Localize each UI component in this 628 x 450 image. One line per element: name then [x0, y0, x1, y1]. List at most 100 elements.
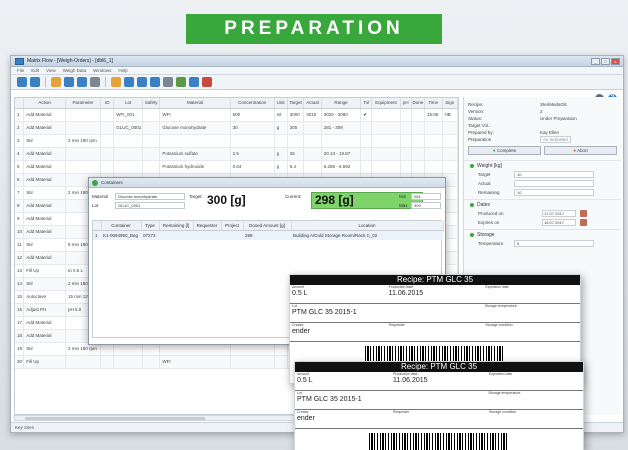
- column-header[interactable]: Tol: [360, 98, 373, 109]
- maximize-button[interactable]: □: [601, 57, 610, 65]
- material-field[interactable]: Glucose monohydrate: [115, 193, 185, 200]
- table-cell: [442, 160, 458, 174]
- table-cell: Add Material: [23, 199, 66, 213]
- column-header[interactable]: [15, 98, 25, 109]
- table-cell: 2 min 180 rpm: [65, 134, 102, 148]
- table-cell: [424, 147, 443, 161]
- column-header[interactable]: Sign: [442, 98, 458, 109]
- column-header[interactable]: Parameter: [65, 98, 102, 109]
- column-header[interactable]: Unit: [274, 98, 288, 109]
- column-header[interactable]: Actual: [303, 98, 322, 109]
- column-header[interactable]: Requester: [193, 221, 222, 231]
- column-header[interactable]: Done: [411, 98, 425, 109]
- table-row[interactable]: 5 Add Material Potassium hydroxide 0.64 g 6.4…: [15, 160, 458, 174]
- grid-icon[interactable]: [137, 77, 147, 87]
- table-cell: [274, 134, 288, 148]
- table-row[interactable]: 1 K1-0094950_Beg 07273 298 Building A/Cold S…: [93, 230, 443, 240]
- table-cell: [230, 134, 275, 148]
- column-header[interactable]: pH: [400, 98, 412, 109]
- max-label: Max: [399, 203, 408, 208]
- table-cell: 7: [15, 186, 25, 200]
- column-header[interactable]: Dosed Amount [g]: [243, 221, 292, 231]
- stop-icon[interactable]: [202, 77, 212, 87]
- menu-weigh-data[interactable]: Weigh Data: [63, 68, 86, 73]
- list-icon[interactable]: [17, 77, 27, 87]
- print-icon[interactable]: [90, 77, 100, 87]
- dialog-icon: [92, 179, 98, 186]
- table-cell: [411, 147, 425, 161]
- column-header[interactable]: Safety: [142, 98, 161, 109]
- table-cell: Potassium sulfate: [159, 147, 231, 161]
- expires-date-input[interactable]: 16.07.2017: [542, 219, 576, 226]
- column-header[interactable]: [93, 221, 102, 231]
- calendar-icon[interactable]: [580, 219, 587, 226]
- column-header[interactable]: Material: [159, 98, 231, 109]
- download-icon[interactable]: [30, 77, 40, 87]
- calendar-icon[interactable]: [580, 210, 587, 217]
- weight-section[interactable]: Weight [kg]: [464, 160, 621, 170]
- label-field-name: Expiration date: [489, 372, 513, 376]
- actual-input[interactable]: [514, 180, 594, 187]
- target-input[interactable]: 10: [514, 171, 594, 178]
- minimize-button[interactable]: _: [591, 57, 600, 65]
- table-row[interactable]: 1 Add Material WFI_001 WFI 600 ml 3000 3015 3020…: [15, 108, 458, 122]
- column-header[interactable]: Concentration: [230, 98, 275, 109]
- produced-date-input[interactable]: 17.07.2017: [542, 210, 576, 217]
- column-header[interactable]: Remaining [l]: [159, 221, 194, 231]
- column-header[interactable]: Container: [101, 221, 142, 231]
- column-header[interactable]: Type: [141, 221, 160, 231]
- table-icon[interactable]: [124, 77, 134, 87]
- table-cell: [230, 355, 275, 369]
- table-cell: 10: [15, 225, 25, 239]
- abort-button[interactable]: ● Abort: [544, 146, 617, 155]
- table-row[interactable]: 3 Stir 2 min 180 rpm: [15, 134, 458, 148]
- storage-section[interactable]: Storage: [464, 229, 621, 239]
- recipe-icon[interactable]: [176, 77, 186, 87]
- info-label: Recipe:: [468, 102, 484, 107]
- column-header[interactable]: Equipment: [371, 98, 401, 109]
- field-label: Target: [478, 172, 491, 177]
- menu-windows[interactable]: Windows: [93, 68, 111, 73]
- info-version: Version: 2: [464, 108, 621, 115]
- save-all-icon[interactable]: [77, 77, 87, 87]
- menu-edit[interactable]: Edit: [31, 68, 39, 73]
- save-icon[interactable]: [64, 77, 74, 87]
- table-row[interactable]: 4 Add Material Potassium sulfate 2.5 g 25 20.1…: [15, 147, 458, 161]
- table-cell: 3020 - 3080: [321, 108, 362, 122]
- temperature-input[interactable]: 5: [514, 240, 594, 247]
- column-header[interactable]: Time: [424, 98, 443, 109]
- table-cell: [411, 121, 425, 135]
- settings-icon[interactable]: [189, 77, 199, 87]
- table-cell: [400, 121, 412, 135]
- scrollbar-thumb[interactable]: [25, 417, 205, 420]
- table-cell: HB: [442, 108, 458, 122]
- label-creator: ender: [292, 328, 310, 335]
- export-icon[interactable]: [150, 77, 160, 87]
- menu-help[interactable]: Help: [118, 68, 127, 73]
- column-header[interactable]: Action: [23, 98, 66, 109]
- info-preparation: Preparation As Indicated: [464, 136, 621, 143]
- copy-icon[interactable]: [111, 77, 121, 87]
- lot-field[interactable]: GLUC_0001: [115, 202, 185, 209]
- column-header[interactable]: Lot: [113, 98, 143, 109]
- column-header[interactable]: ID: [100, 98, 115, 109]
- dates-section[interactable]: Dates: [464, 199, 621, 209]
- close-button[interactable]: x: [611, 57, 620, 65]
- open-folder-icon[interactable]: [51, 77, 61, 87]
- column-header[interactable]: Range: [321, 98, 362, 109]
- column-header[interactable]: Location: [291, 221, 444, 231]
- search-icon[interactable]: [163, 77, 173, 87]
- info-value: SteriMedaGlc: [540, 102, 568, 107]
- menu-file[interactable]: File: [17, 68, 24, 73]
- table-cell: 0.64: [230, 160, 275, 174]
- table-cell: Add Material: [23, 329, 66, 343]
- remaining-input[interactable]: 10: [514, 189, 594, 196]
- table-cell: [221, 230, 243, 240]
- table-cell: [360, 147, 373, 161]
- column-header[interactable]: Target: [287, 98, 305, 109]
- table-row[interactable]: 2 Add Material GLUC_0001 Glucose monohydrat…: [15, 121, 458, 135]
- table-cell: 281 - 309: [321, 121, 362, 135]
- column-header[interactable]: Project: [221, 221, 244, 231]
- menu-view[interactable]: View: [46, 68, 56, 73]
- complete-button[interactable]: ● Complete: [468, 146, 541, 155]
